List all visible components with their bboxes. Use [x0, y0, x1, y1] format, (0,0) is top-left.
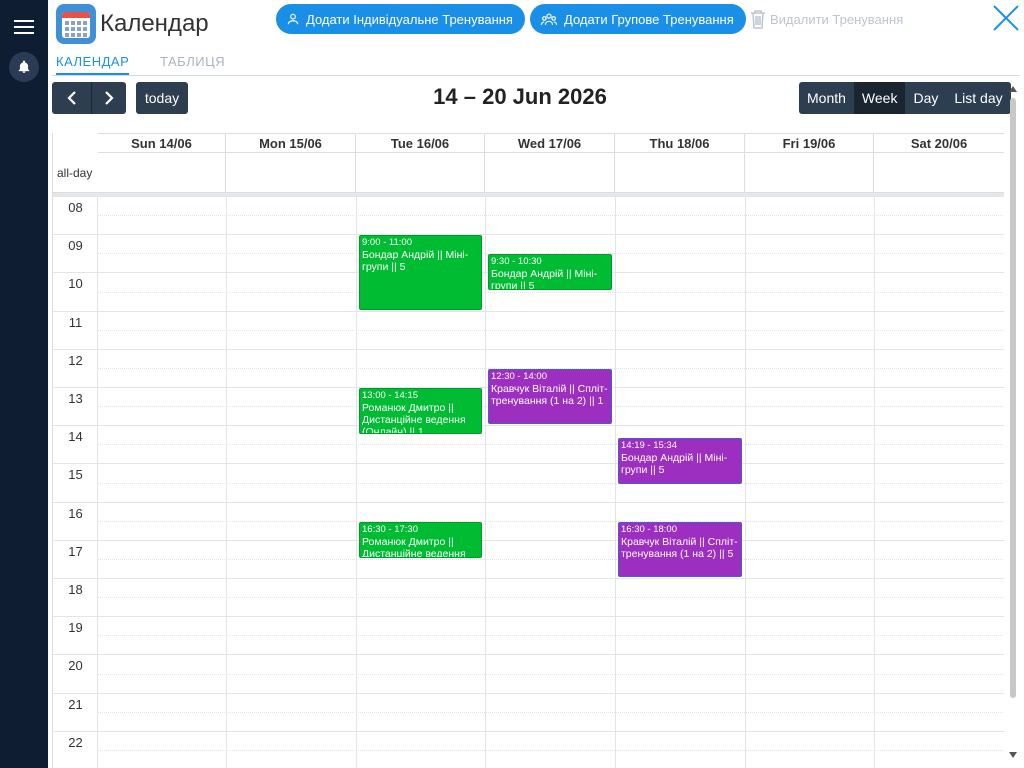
- hamburger-icon[interactable]: [12, 16, 36, 38]
- prev-week-button[interactable]: [52, 82, 92, 114]
- allday-cell[interactable]: [226, 153, 356, 193]
- scrollbar-thumb[interactable]: [1010, 98, 1016, 698]
- date-range-title: 14 – 20 Jun 2026: [433, 84, 607, 109]
- half-hour-line: [98, 558, 1004, 560]
- calendar-event[interactable]: 9:00 - 11:00 Бондар Андрій || Міні-групи …: [359, 235, 482, 310]
- event-time: 16:30 - 17:30: [362, 523, 418, 535]
- allday-cell[interactable]: [356, 153, 485, 193]
- day-header[interactable]: Wed 17/06: [485, 133, 615, 153]
- half-hour-line: [98, 749, 1004, 751]
- event-title: Бондар Андрій || Міні-групи || 5: [621, 452, 728, 477]
- hour-label: 10: [68, 276, 83, 292]
- delete-training-button[interactable]: Видалити Тренування: [750, 6, 903, 32]
- group-icon: [540, 13, 558, 25]
- allday-cell[interactable]: [745, 153, 874, 193]
- half-hour-line: [98, 329, 1004, 331]
- half-hour-line: [98, 597, 1004, 599]
- view-week-button[interactable]: Week: [853, 82, 906, 114]
- next-week-button[interactable]: [92, 82, 126, 114]
- user-icon: [287, 13, 299, 25]
- hour-label: 16: [68, 505, 83, 521]
- half-hour-line: [98, 711, 1004, 713]
- bell-icon: [18, 60, 30, 73]
- allday-cell[interactable]: [98, 153, 226, 193]
- hour-label: 09: [68, 238, 83, 254]
- hour-label: 20: [68, 658, 83, 674]
- chevron-right-icon: [105, 91, 114, 105]
- today-button[interactable]: today: [136, 82, 188, 114]
- event-time: 16:30 - 18:00: [621, 523, 677, 535]
- trash-icon: [751, 10, 765, 29]
- half-hour-line: [98, 482, 1004, 484]
- event-title: Кравчук Віталій || Спліт-тренування (1 н…: [621, 535, 738, 560]
- half-hour-line: [98, 673, 1004, 675]
- event-time: 14:19 - 15:34: [621, 440, 677, 452]
- hour-label: 19: [68, 620, 83, 636]
- calendar-event[interactable]: 14:19 - 15:34 Бондар Андрій || Міні-групи…: [618, 438, 742, 485]
- event-time: 13:00 - 14:15: [362, 390, 418, 401]
- view-day-button[interactable]: Day: [905, 82, 946, 114]
- scroll-down-icon: [1009, 752, 1017, 758]
- hour-label: 12: [68, 352, 83, 368]
- half-hour-line: [98, 215, 1004, 217]
- view-switcher: Month Week Day List day: [799, 82, 1011, 114]
- sidebar: [0, 0, 48, 768]
- calendar-event[interactable]: 16:30 - 17:30 Романюк Дмитро || Дистанцій…: [359, 521, 482, 558]
- event-title: Романюк Дмитро || Дистанційне ведення: [362, 535, 466, 558]
- day-header[interactable]: Mon 15/06: [226, 133, 356, 153]
- hour-label: 21: [68, 696, 83, 712]
- add-individual-training-button[interactable]: Додати Індивідуальне Тренування: [276, 4, 525, 34]
- hour-label: 22: [68, 734, 83, 750]
- page-title: Календар: [100, 10, 209, 37]
- tab-table[interactable]: ТАБЛИЦЯ: [160, 54, 225, 69]
- hour-label: 18: [68, 582, 83, 597]
- event-title: Бондар Андрій || Міні-групи || 5: [362, 249, 469, 274]
- calendar-event[interactable]: 13:00 - 14:15 Романюк Дмитро || Дистанцій…: [359, 388, 482, 434]
- hour-label: 14: [68, 429, 83, 445]
- allday-label: all-day: [53, 153, 98, 193]
- event-time: 9:30 - 10:30: [491, 256, 542, 268]
- tab-calendar[interactable]: КАЛЕНДАР: [56, 54, 130, 75]
- chevron-left-icon: [66, 91, 76, 105]
- week-calendar-grid: all-day Sun 14/06 Mon 15/06 Tue 16/06 Wed 1…: [52, 133, 1004, 768]
- half-hour-line: [98, 291, 1004, 293]
- hour-label: 15: [68, 467, 83, 483]
- event-time: 9:00 - 11:00: [362, 237, 413, 249]
- half-hour-line: [98, 520, 1004, 522]
- add-group-training-button[interactable]: Додати Групове Тренування: [530, 4, 746, 34]
- view-tabs: КАЛЕНДАР ТАБЛИЦЯ: [52, 50, 1020, 76]
- calendar-event[interactable]: 9:30 - 10:30 Бондар Андрій || Міні-групи …: [488, 254, 612, 291]
- hour-label: 17: [68, 543, 83, 559]
- close-icon[interactable]: [992, 4, 1020, 32]
- calendar-event[interactable]: 12:30 - 14:00 Кравчук Віталій || Спліт-тр…: [488, 368, 612, 425]
- hour-label: 08: [68, 200, 83, 215]
- allday-cell[interactable]: [874, 153, 1004, 193]
- day-header[interactable]: Thu 18/06: [615, 133, 745, 153]
- day-header[interactable]: Fri 19/06: [745, 133, 874, 153]
- event-title: Кравчук Віталій || Спліт-тренування (1 н…: [491, 382, 608, 407]
- main-area: Календар Додати Індивідуальне Тренування…: [48, 0, 1024, 768]
- allday-cell[interactable]: [615, 153, 745, 193]
- event-title: Романюк Дмитро || Дистанційне ведення (О…: [362, 402, 466, 434]
- day-header[interactable]: Sun 14/06: [98, 133, 226, 153]
- day-header[interactable]: Tue 16/06: [356, 133, 485, 153]
- day-header[interactable]: Sat 20/06: [874, 133, 1004, 153]
- half-hour-line: [98, 635, 1004, 637]
- calendar-event[interactable]: 16:30 - 18:00 Кравчук Віталій || Спліт-тр…: [618, 521, 742, 577]
- notifications-button[interactable]: [9, 52, 39, 82]
- event-title: Бондар Андрій || Міні-групи || 5: [491, 268, 598, 291]
- allday-cell[interactable]: [485, 153, 615, 193]
- view-month-button[interactable]: Month: [799, 82, 854, 114]
- half-hour-line: [98, 444, 1004, 446]
- calendar-app-icon: [56, 4, 96, 44]
- view-list-day-button[interactable]: List day: [946, 82, 1010, 114]
- hour-label: 11: [68, 314, 83, 330]
- scrollbar[interactable]: [1008, 86, 1018, 768]
- event-time: 12:30 - 14:00: [491, 370, 547, 382]
- scroll-up-icon: [1009, 86, 1017, 92]
- hour-label: 13: [68, 391, 83, 406]
